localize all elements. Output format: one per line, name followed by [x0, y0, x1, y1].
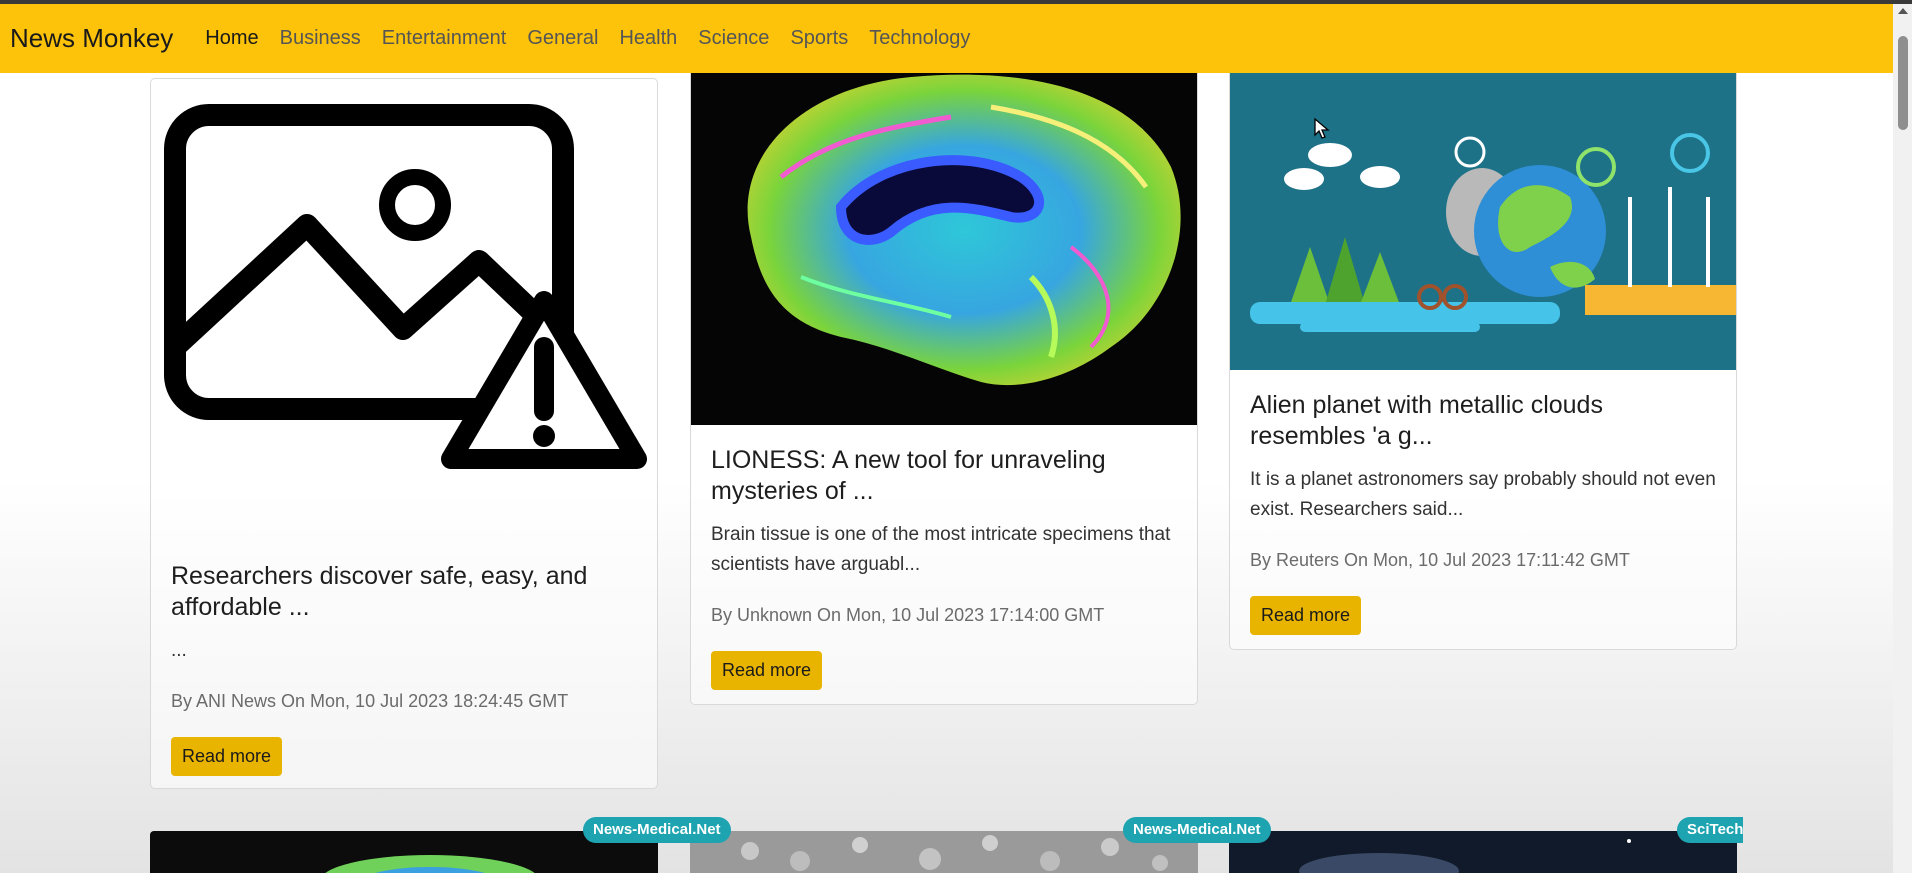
mouse-cursor-icon — [1314, 118, 1330, 139]
window-top-border — [0, 0, 1912, 4]
news-card-image — [150, 831, 658, 873]
card-title: Alien planet with metallic clouds resemb… — [1250, 391, 1603, 450]
nav-link-science[interactable]: Science — [698, 27, 769, 50]
card-description: Brain tissue is one of the most intricat… — [711, 524, 1171, 575]
page-scrollbar[interactable] — [1893, 4, 1912, 873]
nav-link-sports[interactable]: Sports — [790, 27, 848, 50]
news-card: Alien planet with metallic clouds resemb… — [1229, 46, 1737, 650]
card-description: It is a planet astronomers say probably … — [1250, 469, 1716, 520]
news-card-image — [690, 831, 1198, 873]
read-more-button[interactable]: Read more — [1250, 596, 1362, 635]
read-more-button[interactable]: Read more — [171, 737, 283, 776]
nav-link-technology[interactable]: Technology — [869, 27, 970, 50]
source-badge: News-Medical.Net — [583, 817, 731, 843]
source-badge: SciTechD — [1677, 817, 1743, 843]
news-card: Researchers discover safe, easy, and aff… — [150, 78, 658, 789]
nav-link-health[interactable]: Health — [619, 27, 677, 50]
brain-scan-image — [691, 47, 1197, 425]
nav-link-home[interactable]: Home — [205, 27, 258, 50]
scrollbar-thumb[interactable] — [1898, 36, 1908, 130]
broken-image-icon — [151, 79, 657, 489]
read-more-button[interactable]: Read more — [711, 651, 823, 690]
card-meta: By Reuters On Mon, 10 Jul 2023 17:11:42 … — [1250, 550, 1630, 570]
source-badge: News-Medical.Net — [1123, 817, 1271, 843]
card-description: ... — [171, 640, 187, 661]
card-meta: By Unknown On Mon, 10 Jul 2023 17:14:00 … — [711, 605, 1105, 625]
navbar: News Monkey Home Business Entertainment … — [0, 4, 1893, 73]
news-card: LIONESS: A new tool for unraveling myste… — [690, 46, 1198, 705]
scroll-up-arrow-icon[interactable] — [1898, 8, 1908, 14]
news-card-image — [1229, 831, 1737, 873]
card-title: LIONESS: A new tool for unraveling myste… — [711, 446, 1106, 505]
nav-link-business[interactable]: Business — [280, 27, 361, 50]
card-title: Researchers discover safe, easy, and aff… — [171, 562, 588, 621]
nav-link-general[interactable]: General — [527, 27, 598, 50]
eco-earth-illustration — [1230, 47, 1736, 370]
brand-link[interactable]: News Monkey — [10, 23, 173, 54]
nav-link-entertainment[interactable]: Entertainment — [382, 27, 507, 50]
card-meta: By ANI News On Mon, 10 Jul 2023 18:24:45… — [171, 691, 569, 711]
